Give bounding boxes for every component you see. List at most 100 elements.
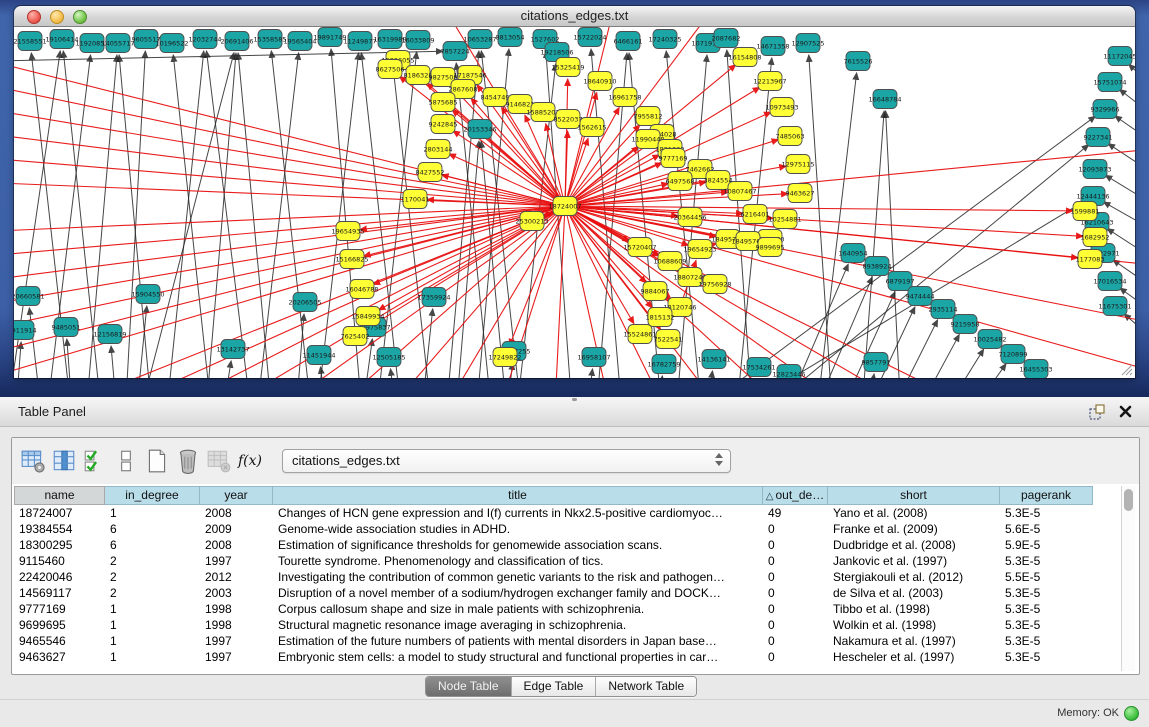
graph-node[interactable]: 16154808	[728, 48, 761, 67]
float-panel-icon[interactable]	[1089, 404, 1105, 420]
show-columns-icon[interactable]	[51, 448, 77, 474]
graph-node[interactable]: 9474444	[906, 287, 935, 306]
graph-node[interactable]: 1815132	[646, 308, 675, 327]
graph-node[interactable]: 15325419	[551, 58, 584, 77]
graph-node[interactable]: 5875685	[429, 93, 458, 112]
graph-node[interactable]: 7120899	[999, 345, 1028, 364]
graph-node[interactable]: 16046788	[345, 280, 378, 299]
graph-node[interactable]: 7485063	[776, 127, 805, 146]
window-titlebar[interactable]: citations_edges.txt	[14, 6, 1135, 27]
graph-node[interactable]: 6497568	[666, 172, 695, 191]
graph-node[interactable]: 15720407	[623, 238, 656, 257]
graph-node[interactable]: 21558551	[14, 32, 47, 51]
graph-node[interactable]: 10653287	[463, 30, 496, 49]
table-row[interactable]: 911546021997Tourette syndrome. Phenomeno…	[14, 553, 1109, 569]
graph-node[interactable]: 9857791	[862, 353, 891, 372]
graph-node[interactable]: 18724007	[548, 197, 581, 216]
graph-node[interactable]: 9215958	[951, 315, 980, 334]
graph-node[interactable]: 16648784	[868, 90, 901, 109]
column-header-out_de[interactable]: △out_de…	[763, 486, 828, 505]
graph-node[interactable]: 7615526	[844, 52, 873, 71]
table-row[interactable]: 1456911722003Disruption of a novel membe…	[14, 585, 1109, 601]
graph-node[interactable]: 13142737	[216, 340, 249, 359]
graph-node[interactable]: 10196522	[155, 34, 188, 53]
table-row[interactable]: 946554611997Estimation of the future num…	[14, 633, 1109, 649]
function-builder-icon[interactable]: f(x)	[237, 448, 263, 474]
table-panel-header[interactable]: Table Panel	[0, 397, 1149, 427]
graph-node[interactable]: 7955812	[634, 107, 663, 126]
graph-node[interactable]: 10025482	[973, 330, 1006, 349]
table-row[interactable]: 977716911998Corpus callosum shape and si…	[14, 601, 1109, 617]
table-row[interactable]: 1872400712008Changes of HCN gene express…	[14, 505, 1109, 521]
tab-network-table[interactable]: Network Table	[595, 677, 696, 696]
graph-node[interactable]: 12823446	[772, 365, 805, 379]
graph-node[interactable]: 2087682	[712, 29, 741, 48]
graph-node[interactable]: 17359924	[417, 288, 450, 307]
graph-node[interactable]: 18640910	[583, 72, 616, 91]
graph-node[interactable]: 20364456	[673, 208, 706, 227]
graph-node[interactable]: 7625402	[341, 327, 370, 346]
graph-node[interactable]: 11451944	[302, 346, 335, 365]
graph-node[interactable]: 2803144	[424, 140, 453, 159]
graph-node[interactable]: 15751074	[1093, 73, 1126, 92]
graph-node[interactable]: 16958107	[577, 348, 610, 367]
column-header-year[interactable]: year	[200, 486, 273, 505]
close-panel-icon[interactable]	[1118, 404, 1133, 419]
graph-node[interactable]: 6466161	[614, 32, 643, 51]
graph-node[interactable]: 12093873	[1078, 160, 1111, 179]
graph-node[interactable]: 8938924	[863, 257, 892, 276]
graph-node[interactable]: 12213967	[753, 72, 786, 91]
graph-node[interactable]: 1599881	[1071, 202, 1100, 221]
graph-node[interactable]: 9899695	[756, 238, 785, 257]
graph-node[interactable]: 25300213	[515, 212, 548, 231]
graph-node[interactable]: 17240325	[648, 30, 681, 49]
graph-node[interactable]: 10973493	[765, 98, 798, 117]
graph-node[interactable]: 12156819	[93, 325, 126, 344]
graph-node[interactable]: 11172045	[1103, 47, 1135, 66]
graph-node[interactable]: 7857224	[441, 42, 470, 61]
graph-node[interactable]: 9884067	[641, 282, 670, 301]
graph-node[interactable]: 16033809	[401, 31, 434, 50]
table-row[interactable]: 946362711997Embryonic stem cells: a mode…	[14, 649, 1109, 665]
import-table-disabled-icon[interactable]	[206, 448, 232, 474]
graph-node[interactable]: 15166825	[335, 250, 368, 269]
graph-node[interactable]: 19891749	[313, 28, 346, 47]
graph-node[interactable]: 11249877	[343, 32, 376, 51]
scrollbar-thumb[interactable]	[1124, 489, 1133, 511]
graph-node[interactable]: 8627506	[376, 60, 405, 79]
graph-node[interactable]: 19106414	[45, 30, 78, 49]
graph-node[interactable]: 12032744	[188, 30, 221, 49]
table-row[interactable]: 1830029562008Estimation of significance …	[14, 537, 1109, 553]
resize-grip-icon[interactable]	[1119, 362, 1133, 376]
tab-node-table[interactable]: Node Table	[426, 677, 511, 696]
graph-node[interactable]: 12907525	[791, 34, 824, 53]
graph-node[interactable]: 15722024	[573, 28, 606, 47]
graph-node[interactable]: 15524861	[623, 325, 656, 344]
graph-node[interactable]: 20660581	[14, 287, 45, 306]
graph-node[interactable]: 11675301	[1098, 297, 1131, 316]
graph-node[interactable]: 10807467	[723, 182, 756, 201]
graph-node[interactable]: 19756928	[698, 275, 731, 294]
graph-node[interactable]: 15904550	[131, 285, 164, 304]
graph-node[interactable]: 9227341	[1084, 128, 1113, 147]
graph-node[interactable]: 15358585	[253, 30, 286, 49]
graph-node[interactable]: 1170041	[401, 190, 430, 209]
graph-node[interactable]: 17534261	[742, 358, 775, 377]
graph-node[interactable]: 16455303	[1019, 360, 1052, 379]
graph-node[interactable]: 20691406	[220, 32, 253, 51]
graph-node[interactable]: 7522541	[654, 330, 683, 349]
graph-node[interactable]: 10254881	[768, 210, 801, 229]
graph-node[interactable]: 20153346	[463, 120, 496, 139]
select-rows-icon[interactable]	[82, 448, 108, 474]
table-row[interactable]: 2242004622012Investigating the contribut…	[14, 569, 1109, 585]
graph-node[interactable]: 1682952	[1081, 228, 1110, 247]
graph-node[interactable]: 14055717	[101, 34, 134, 53]
column-header-in_degree[interactable]: in_degree	[105, 486, 200, 505]
graph-node[interactable]: 6216401	[741, 205, 770, 224]
graph-node[interactable]: 1177083	[1076, 250, 1105, 269]
graph-node[interactable]: 14136141	[697, 350, 730, 369]
new-document-icon[interactable]	[144, 448, 170, 474]
graph-node[interactable]: 8813054	[496, 28, 525, 47]
graph-node[interactable]: 9777169	[659, 149, 688, 168]
graph-node[interactable]: 9329966	[1091, 100, 1120, 119]
